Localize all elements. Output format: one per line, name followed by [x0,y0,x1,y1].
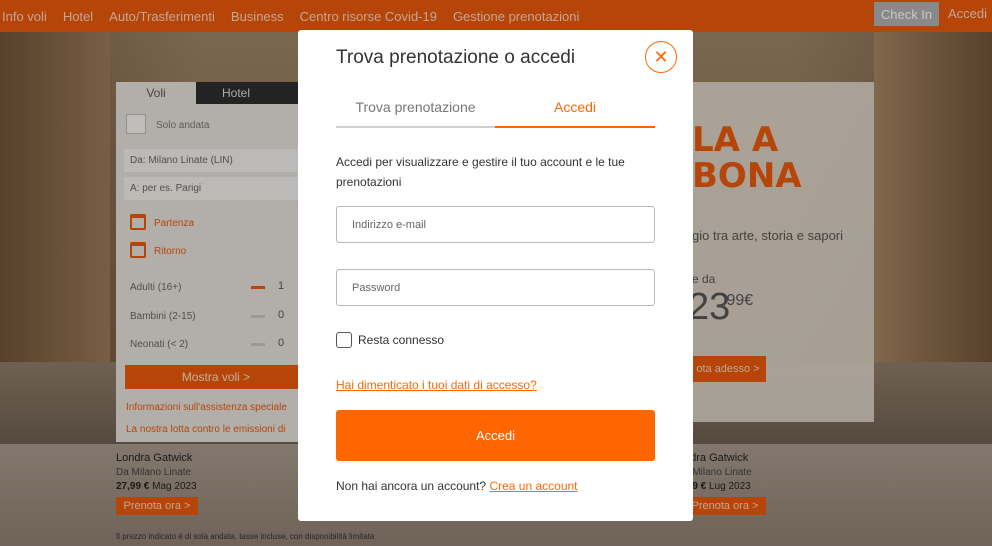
remember-me-checkbox[interactable] [336,332,352,348]
remember-me[interactable]: Resta connesso [336,332,444,348]
login-intro-text: Accedi per visualizzare e gestire il tuo… [336,155,625,189]
login-submit-button[interactable]: Accedi [336,410,655,461]
modal-tabs: Trova prenotazione Accedi [336,92,655,128]
email-input[interactable] [336,206,655,243]
create-account-link[interactable]: Crea un account [489,479,577,493]
forgot-credentials-link[interactable]: Hai dimenticato i tuoi dati di accesso? [336,378,537,392]
tab-find-booking[interactable]: Trova prenotazione [336,92,495,128]
tab-login[interactable]: Accedi [495,92,655,128]
remember-me-label[interactable]: Resta connesso [358,333,444,347]
close-button[interactable]: ✕ [645,41,677,73]
modal-title: Trova prenotazione o accedi [336,47,576,68]
signup-text: Non hai ancora un account? [336,479,487,493]
close-icon: ✕ [653,47,669,67]
password-input[interactable] [336,269,655,306]
login-modal: Trova prenotazione o accedi ✕ Trova pren… [298,30,693,521]
signup-prompt: Non hai ancora un account? Crea un accou… [336,479,578,493]
